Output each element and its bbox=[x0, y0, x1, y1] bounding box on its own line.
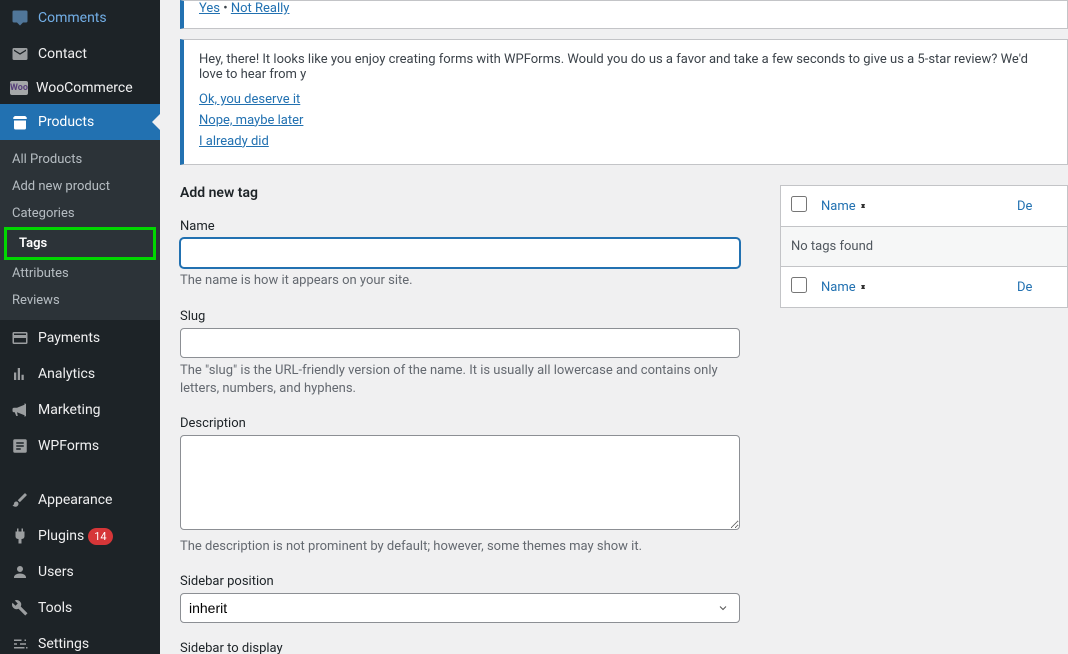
slug-input[interactable] bbox=[180, 328, 740, 358]
menu-label: Payments bbox=[38, 330, 100, 346]
col-desc-footer[interactable]: De bbox=[1017, 280, 1057, 295]
notice-wpforms: Hey, there! It looks like you enjoy crea… bbox=[180, 39, 1068, 165]
menu-analytics[interactable]: Analytics bbox=[0, 356, 160, 392]
chart-icon bbox=[10, 364, 30, 384]
menu-products[interactable]: Products bbox=[0, 104, 160, 140]
submenu-categories[interactable]: Categories bbox=[0, 200, 160, 227]
table-empty-row: No tags found bbox=[781, 227, 1067, 266]
woo-icon: Woo bbox=[10, 81, 28, 95]
notice-rating-1: Yes • Not Really bbox=[180, 0, 1068, 29]
name-input[interactable] bbox=[180, 238, 740, 268]
menu-contact[interactable]: Contact bbox=[0, 36, 160, 72]
submenu-tags[interactable]: Tags bbox=[7, 230, 153, 257]
plugins-badge: 14 bbox=[88, 528, 112, 545]
admin-sidebar: Comments Contact Woo WooCommerce Product… bbox=[0, 0, 160, 654]
table-footer: Name De bbox=[781, 266, 1067, 307]
notice-no-link[interactable]: Not Really bbox=[231, 1, 290, 16]
credit-icon bbox=[10, 328, 30, 348]
submenu-add-new[interactable]: Add new product bbox=[0, 173, 160, 200]
col-desc-header[interactable]: De bbox=[1017, 199, 1057, 214]
menu-woocommerce[interactable]: Woo WooCommerce bbox=[0, 72, 160, 104]
products-submenu: All Products Add new product Categories … bbox=[0, 140, 160, 320]
notice-ok-link[interactable]: Ok, you deserve it bbox=[199, 90, 1052, 111]
menu-settings[interactable]: Settings bbox=[0, 626, 160, 654]
sliders-icon bbox=[10, 634, 30, 654]
tags-highlight: Tags bbox=[4, 227, 156, 260]
tags-list: Name De No tags found Name De bbox=[780, 185, 1068, 654]
notice-yes-link[interactable]: Yes bbox=[199, 1, 220, 16]
description-desc: The description is not prominent by defa… bbox=[180, 538, 740, 556]
sidebar-pos-select[interactable]: inherit bbox=[180, 593, 740, 623]
mail-icon bbox=[10, 44, 30, 64]
notice-did-link[interactable]: I already did bbox=[199, 132, 1052, 153]
menu-label: Comments bbox=[38, 10, 107, 26]
sidebar-disp-label: Sidebar to display bbox=[180, 641, 740, 654]
menu-comments[interactable]: Comments bbox=[0, 0, 160, 36]
brush-icon bbox=[10, 490, 30, 510]
slug-desc: The "slug" is the URL-friendly version o… bbox=[180, 362, 740, 398]
sidebar-pos-label: Sidebar position bbox=[180, 574, 740, 589]
archive-icon bbox=[10, 112, 30, 132]
select-all-checkbox[interactable] bbox=[791, 196, 807, 212]
menu-users[interactable]: Users bbox=[0, 554, 160, 590]
menu-payments[interactable]: Payments bbox=[0, 320, 160, 356]
menu-label: Contact bbox=[38, 46, 87, 62]
menu-label: Analytics bbox=[38, 366, 95, 382]
col-name-header[interactable]: Name bbox=[821, 199, 1017, 214]
menu-label: Users bbox=[38, 564, 74, 580]
menu-wpforms[interactable]: WPForms bbox=[0, 428, 160, 464]
menu-label: Settings bbox=[38, 636, 89, 652]
select-all-footer-checkbox[interactable] bbox=[791, 277, 807, 293]
submenu-all-products[interactable]: All Products bbox=[0, 146, 160, 173]
menu-label: Appearance bbox=[38, 492, 112, 508]
menu-label: Tools bbox=[38, 600, 72, 616]
name-desc: The name is how it appears on your site. bbox=[180, 272, 740, 290]
menu-label: WPForms bbox=[38, 438, 99, 454]
form-icon bbox=[10, 436, 30, 456]
name-label: Name bbox=[180, 219, 740, 234]
submenu-attributes[interactable]: Attributes bbox=[0, 260, 160, 287]
description-textarea[interactable] bbox=[180, 435, 740, 530]
wrench-icon bbox=[10, 598, 30, 618]
add-tag-form: Add new tag Name The name is how it appe… bbox=[180, 185, 740, 654]
form-heading: Add new tag bbox=[180, 185, 740, 201]
menu-appearance[interactable]: Appearance bbox=[0, 482, 160, 518]
comment-icon bbox=[10, 8, 30, 28]
notice-text: Hey, there! It looks like you enjoy crea… bbox=[199, 52, 1052, 82]
notice-later-link[interactable]: Nope, maybe later bbox=[199, 111, 1052, 132]
menu-label: WooCommerce bbox=[36, 80, 133, 96]
menu-label: Marketing bbox=[38, 402, 101, 418]
table-header: Name De bbox=[781, 186, 1067, 227]
user-icon bbox=[10, 562, 30, 582]
menu-tools[interactable]: Tools bbox=[0, 590, 160, 626]
main-content: Yes • Not Really Hey, there! It looks li… bbox=[160, 0, 1068, 654]
menu-plugins[interactable]: Plugins 14 bbox=[0, 518, 160, 554]
plug-icon bbox=[10, 526, 30, 546]
menu-label: Plugins bbox=[38, 528, 84, 544]
description-label: Description bbox=[180, 416, 740, 431]
col-name-footer[interactable]: Name bbox=[821, 280, 1017, 295]
menu-marketing[interactable]: Marketing bbox=[0, 392, 160, 428]
megaphone-icon bbox=[10, 400, 30, 420]
submenu-reviews[interactable]: Reviews bbox=[0, 287, 160, 314]
menu-label: Products bbox=[38, 114, 94, 130]
slug-label: Slug bbox=[180, 309, 740, 324]
